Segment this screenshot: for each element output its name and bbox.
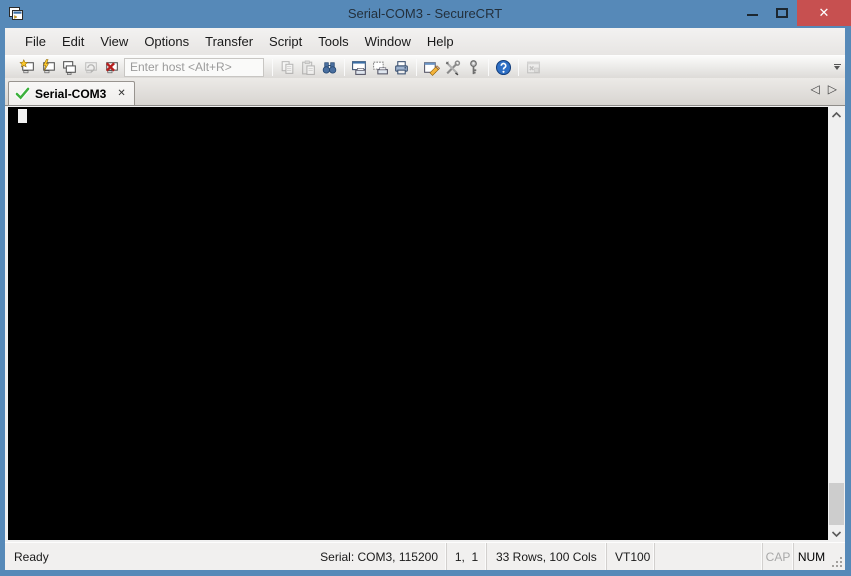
minimize-button[interactable] (737, 0, 767, 24)
toolbar-separator (272, 58, 273, 76)
status-caps-lock-indicator: CAP (762, 543, 793, 570)
session-manager-icon (527, 61, 540, 73)
terminal-screen[interactable] (8, 107, 828, 540)
status-bar: Ready Serial: COM3, 115200 1, 1 33 Rows,… (5, 542, 845, 570)
menu-item-edit[interactable]: Edit (54, 30, 92, 53)
window-title: Serial-COM3 - SecureCRT (347, 6, 503, 21)
titlebar: Serial-COM3 - SecureCRT ✕ (5, 0, 851, 28)
help-button[interactable] (493, 57, 514, 78)
global-options-icon (445, 59, 461, 75)
paste-button (298, 57, 319, 78)
quick-connect-button[interactable] (38, 57, 59, 78)
status-ready: Ready (14, 549, 49, 564)
print-button[interactable] (391, 57, 412, 78)
connect-icon (19, 58, 34, 73)
vertical-scrollbar[interactable] (828, 106, 845, 542)
tab-bar: Serial-COM3 ✕ ◁ ▷ (5, 78, 845, 105)
print-screen-icon (352, 60, 366, 75)
close-button[interactable]: ✕ (797, 0, 851, 26)
menu-item-help[interactable]: Help (419, 30, 462, 53)
resize-grip[interactable] (829, 543, 845, 570)
tab-label: Serial-COM3 (35, 86, 107, 101)
toolbar (5, 55, 845, 78)
reconnect-icon (85, 61, 97, 73)
disconnect-button[interactable] (101, 57, 122, 78)
status-empty-pane (654, 543, 762, 570)
tab-serial-com3[interactable]: Serial-COM3 ✕ (8, 81, 135, 105)
print-icon (395, 60, 408, 74)
connect-button[interactable] (17, 57, 38, 78)
host-input[interactable] (124, 57, 264, 77)
toolbar-separator (488, 58, 489, 76)
maximize-button[interactable] (767, 0, 797, 24)
print-screen-button[interactable] (349, 57, 370, 78)
menu-item-transfer[interactable]: Transfer (197, 30, 261, 53)
status-cursor-position: 1, 1 (446, 543, 486, 570)
status-connection: Serial: COM3, 115200 (320, 549, 438, 564)
tab-scroll-right-icon[interactable]: ▷ (828, 83, 837, 95)
toolbar-separator (518, 58, 519, 76)
toolbar-separator (344, 58, 345, 76)
quick-connect-icon (42, 58, 55, 73)
tab-close-icon[interactable]: ✕ (117, 88, 125, 99)
chevron-up-icon (831, 111, 842, 118)
find-icon (322, 61, 337, 74)
resize-grip-icon (832, 557, 842, 567)
status-screen-size: 33 Rows, 100 Cols (486, 543, 606, 570)
close-icon: ✕ (818, 5, 830, 20)
menu-item-options[interactable]: Options (136, 30, 197, 53)
scrollbar-track[interactable] (828, 123, 845, 525)
menubar: File Edit View Options Transfer Script T… (5, 28, 845, 55)
window-controls: ✕ (737, 0, 851, 26)
help-icon (495, 59, 512, 75)
print-selection-button[interactable] (370, 57, 391, 78)
global-options-button[interactable] (442, 57, 463, 78)
key-generator-icon (470, 59, 477, 74)
tab-scroll-buttons: ◁ ▷ (811, 83, 837, 95)
session-options-icon (424, 61, 440, 76)
connect-in-tab-icon (63, 60, 76, 75)
key-generator-button[interactable] (463, 57, 484, 78)
session-manager-button (523, 57, 544, 78)
connected-check-icon (15, 86, 30, 101)
app-window: Serial-COM3 - SecureCRT ✕ File Edit View… (0, 0, 851, 576)
status-num-lock-indicator: NUM (793, 543, 829, 570)
print-selection-icon (373, 61, 388, 74)
minimize-icon (746, 14, 758, 16)
maximize-icon (776, 8, 788, 18)
connect-in-tab-button[interactable] (59, 57, 80, 78)
scrollbar-thumb[interactable] (829, 483, 844, 525)
disconnect-icon (105, 61, 118, 73)
session-options-button[interactable] (421, 57, 442, 78)
paste-icon (302, 60, 315, 75)
find-button[interactable] (319, 57, 340, 78)
menu-item-file[interactable]: File (17, 30, 54, 53)
toolbar-separator (416, 58, 417, 76)
menu-item-view[interactable]: View (92, 30, 136, 53)
chevron-down-icon (831, 530, 842, 537)
scroll-down-button[interactable] (828, 525, 845, 542)
copy-icon (281, 60, 294, 74)
reconnect-button (80, 57, 101, 78)
status-emulation: VT100 (606, 543, 654, 570)
menu-item-window[interactable]: Window (357, 30, 419, 53)
terminal-container (5, 105, 845, 542)
terminal-cursor (18, 109, 27, 123)
tab-scroll-left-icon[interactable]: ◁ (811, 83, 820, 95)
menu-item-script[interactable]: Script (261, 30, 310, 53)
toolbar-overflow-icon (833, 64, 841, 65)
copy-button (277, 57, 298, 78)
scroll-up-button[interactable] (828, 106, 845, 123)
toolbar-overflow-button[interactable] (830, 64, 844, 70)
menu-item-tools[interactable]: Tools (310, 30, 356, 53)
